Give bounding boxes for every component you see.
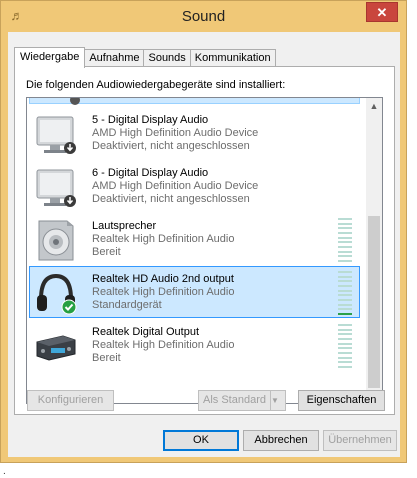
set-default-button[interactable]: Als Standard ▼ (198, 390, 286, 411)
device-name: Realtek Digital Output (92, 326, 199, 338)
headphones-icon (33, 271, 79, 315)
device-name: 6 - Digital Display Audio (92, 167, 209, 179)
download-arrow-icon (70, 98, 80, 105)
window-title: Sound (181, 8, 226, 25)
level-segment (338, 241, 352, 244)
device-driver: Realtek High Definition Audio (92, 339, 235, 351)
level-meter (338, 218, 352, 262)
device-list[interactable]: 5 - Digital Display Audio AMD High Defin… (26, 97, 383, 404)
level-segment (338, 361, 352, 364)
level-segment (338, 294, 352, 297)
level-segment (338, 289, 352, 292)
device-driver: Realtek High Definition Audio (92, 286, 235, 298)
playback-panel: Die folgenden Audiowiedergabegeräte sind… (14, 66, 395, 415)
device-status: Standardgerät (92, 299, 162, 311)
level-segment (338, 333, 352, 336)
monitor-icon (33, 165, 79, 209)
level-meter (338, 271, 352, 315)
device-name: Lautsprecher (92, 220, 157, 232)
device-status: Deaktiviert, nicht angeschlossen (92, 193, 250, 205)
monitor-icon (33, 112, 79, 156)
device-name: Realtek HD Audio 2nd output (92, 273, 234, 285)
tab-sounds[interactable]: Sounds (143, 49, 191, 67)
tab-aufnahme[interactable]: Aufnahme (84, 49, 145, 67)
level-segment (338, 298, 352, 301)
level-segment (338, 342, 352, 345)
sound-dialog: ♬ Sound ✕ Wiedergabe Aufnahme Sounds Kom… (0, 0, 407, 463)
level-segment (338, 365, 352, 368)
level-segment (338, 312, 352, 315)
device-name: 5 - Digital Display Audio (92, 114, 209, 126)
level-segment (338, 255, 352, 258)
device-status: Bereit (92, 246, 121, 258)
tab-kommunikation[interactable]: Kommunikation (189, 49, 276, 67)
devices-label: Die folgenden Audiowiedergabegeräte sind… (26, 79, 286, 91)
cancel-button[interactable]: Abbrechen (243, 430, 319, 451)
title-bar[interactable]: ♬ Sound ✕ (1, 1, 406, 31)
scroll-thumb[interactable] (368, 216, 380, 388)
level-segment (338, 280, 352, 283)
list-item-device-selected[interactable]: Realtek HD Audio 2nd output Realtek High… (29, 266, 360, 318)
level-segment (338, 337, 352, 340)
level-segment (338, 259, 352, 262)
speaker-icon (33, 218, 79, 262)
list-item-device[interactable]: Lautsprecher Realtek High Definition Aud… (29, 213, 360, 265)
tab-wiedergabe[interactable]: Wiedergabe (14, 47, 86, 68)
device-status: Deaktiviert, nicht angeschlossen (92, 140, 250, 152)
level-segment (338, 328, 352, 331)
digital-output-icon (33, 324, 79, 368)
level-segment (338, 347, 352, 350)
level-segment (338, 275, 352, 278)
list-item-device[interactable]: Realtek Digital Output Realtek High Defi… (29, 319, 360, 371)
level-segment (338, 284, 352, 287)
device-driver: AMD High Definition Audio Device (92, 180, 259, 192)
scroll-up-icon[interactable]: ▲ (366, 98, 382, 114)
list-item-partial[interactable] (29, 98, 360, 105)
level-segment (338, 271, 352, 273)
level-segment (338, 308, 352, 311)
stray-dot: . (3, 466, 6, 477)
tab-strip: Wiedergabe Aufnahme Sounds Kommunikation (14, 47, 276, 68)
level-segment (338, 231, 352, 234)
level-segment (338, 236, 352, 239)
level-segment (338, 227, 352, 230)
ok-button[interactable]: OK (163, 430, 239, 451)
device-driver: Realtek High Definition Audio (92, 233, 235, 245)
level-segment (338, 222, 352, 225)
level-segment (338, 303, 352, 306)
set-default-label: Als Standard (203, 394, 266, 406)
device-status: Bereit (92, 352, 121, 364)
level-segment (338, 351, 352, 354)
configure-button[interactable]: Konfigurieren (27, 390, 114, 411)
level-segment (338, 356, 352, 359)
list-item-device[interactable]: 5 - Digital Display Audio AMD High Defin… (29, 107, 360, 159)
device-driver: AMD High Definition Audio Device (92, 127, 259, 139)
chevron-down-icon[interactable]: ▼ (270, 391, 285, 410)
level-segment (338, 324, 352, 326)
level-segment (338, 250, 352, 253)
level-segment (338, 218, 352, 220)
level-meter (338, 324, 352, 368)
list-item-device[interactable]: 6 - Digital Display Audio AMD High Defin… (29, 160, 360, 212)
close-button[interactable]: ✕ (366, 2, 398, 22)
apply-button[interactable]: Übernehmen (323, 430, 397, 451)
level-segment (338, 245, 352, 248)
properties-button[interactable]: Eigenschaften (298, 390, 385, 411)
vertical-scrollbar[interactable]: ▲ ▼ (366, 98, 382, 403)
dialog-client: Wiedergabe Aufnahme Sounds Kommunikation… (8, 32, 400, 457)
